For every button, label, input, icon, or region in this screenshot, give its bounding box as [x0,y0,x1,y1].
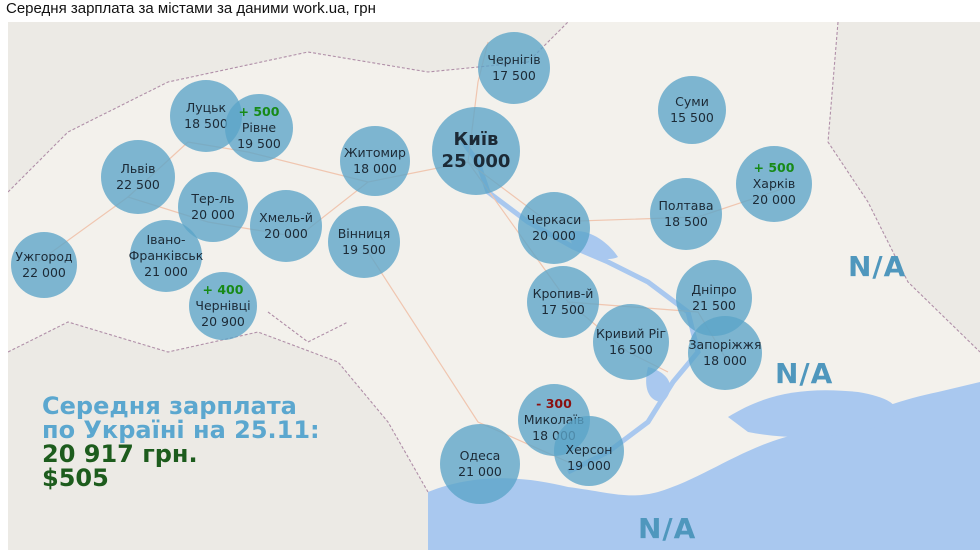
city-name: Чернігів [487,52,541,67]
city-salary: 18 000 [353,161,397,176]
city-salary: 21 500 [692,298,736,313]
city-name: Чернівці [195,298,251,313]
city-name: Ужгород [15,249,73,264]
city-bubble-rivne: + 500 Рівне 19 500 [225,94,293,162]
city-salary: 17 500 [541,302,585,317]
city-bubble-kharkiv: + 500 Харків 20 000 [736,146,812,222]
city-bubble-kherson: Херсон 19 000 [554,416,624,486]
na-label-crimea: N/A [638,512,697,545]
city-bubble-zaporizhzhia: Запоріжжя 18 000 [688,316,762,390]
city-bubble-odesa: Одеса 21 000 [440,424,520,504]
city-name: Суми [675,94,709,109]
salary-change: + 400 [202,282,244,297]
city-name: Запоріжжя [688,337,762,352]
city-bubble-poltava: Полтава 18 500 [650,178,722,250]
summary-salary-uah: 20 917 грн. [42,440,198,468]
city-bubble-uzhhorod: Ужгород 22 000 [11,232,77,298]
city-salary: 22 500 [116,177,160,192]
city-bubble-khmelnytskyi: Хмель-й 20 000 [250,190,322,262]
national-summary: Середня зарплата по Україні на 25.11: 20… [42,394,320,490]
salary-change: - 300 [536,396,572,411]
city-bubble-chernihiv: Чернігів 17 500 [478,32,550,104]
city-name: Одеса [459,448,501,463]
salary-change: + 500 [753,160,795,175]
city-name: Хмель-й [259,210,313,225]
city-bubble-vinnytsia: Вінниця 19 500 [328,206,400,278]
city-salary: 20 000 [532,228,576,243]
city-name: Харків [752,176,796,191]
na-label-east: N/A [848,250,907,283]
city-salary: 20 000 [191,207,235,222]
city-bubble-lviv: Львів 22 500 [101,140,175,214]
city-bubble-ivano-frankivsk: Івано- Франківськ 21 000 [128,220,204,292]
city-name: Вінниця [337,226,391,241]
city-name: Кривий Ріг [595,326,667,341]
summary-heading-line1: Середня зарплата [42,392,297,420]
city-salary: 18 000 [703,353,747,368]
chart-title: Середня зарплата за містами за даними wo… [6,0,376,17]
city-name: Луцьк [185,100,227,115]
summary-heading-line2: по Україні на 25.11: [42,416,320,444]
city-name: Житомир [343,145,406,160]
city-name: Тер-ль [191,191,235,206]
city-name: Херсон [565,442,613,457]
city-salary: 19 500 [342,242,386,257]
city-bubble-zhytomyr: Житомир 18 000 [340,126,410,196]
city-name: Львів [120,161,156,176]
city-salary: 15 500 [670,110,714,125]
na-label-south: N/A [775,357,834,390]
city-name: Полтава [658,198,714,213]
city-salary: 18 500 [664,214,708,229]
city-bubble-chernivtsi: + 400 Чернівці 20 900 [189,272,257,340]
city-bubble-kropyvnytskyi: Кропив-й 17 500 [527,266,599,338]
city-name: Кропив-й [532,286,594,301]
city-bubble-sumy: Суми 15 500 [658,76,726,144]
city-salary: 19 500 [237,136,281,151]
city-salary: 19 000 [567,458,611,473]
city-salary: 21 000 [144,264,188,279]
city-name: Київ [453,129,499,150]
city-salary: 21 000 [458,464,502,479]
city-salary: 16 500 [609,342,653,357]
summary-salary-usd: $505 [42,464,109,492]
city-salary: 20 900 [201,314,245,329]
city-name: Івано- Франківськ [128,232,204,263]
city-name: Рівне [241,120,277,135]
city-salary: 17 500 [492,68,536,83]
city-name: Дніпро [691,282,737,297]
city-bubble-cherkasy: Черкаси 20 000 [518,192,590,264]
city-bubble-kryvyi-rih: Кривий Ріг 16 500 [593,304,669,380]
city-salary: 20 000 [264,226,308,241]
city-salary: 20 000 [752,192,796,207]
city-salary: 22 000 [22,265,66,280]
city-salary: 25 000 [441,151,511,172]
city-name: Черкаси [526,212,582,227]
city-bubble-kyiv: Київ 25 000 [432,107,520,195]
salary-change: + 500 [238,104,280,119]
city-salary: 18 500 [184,116,228,131]
